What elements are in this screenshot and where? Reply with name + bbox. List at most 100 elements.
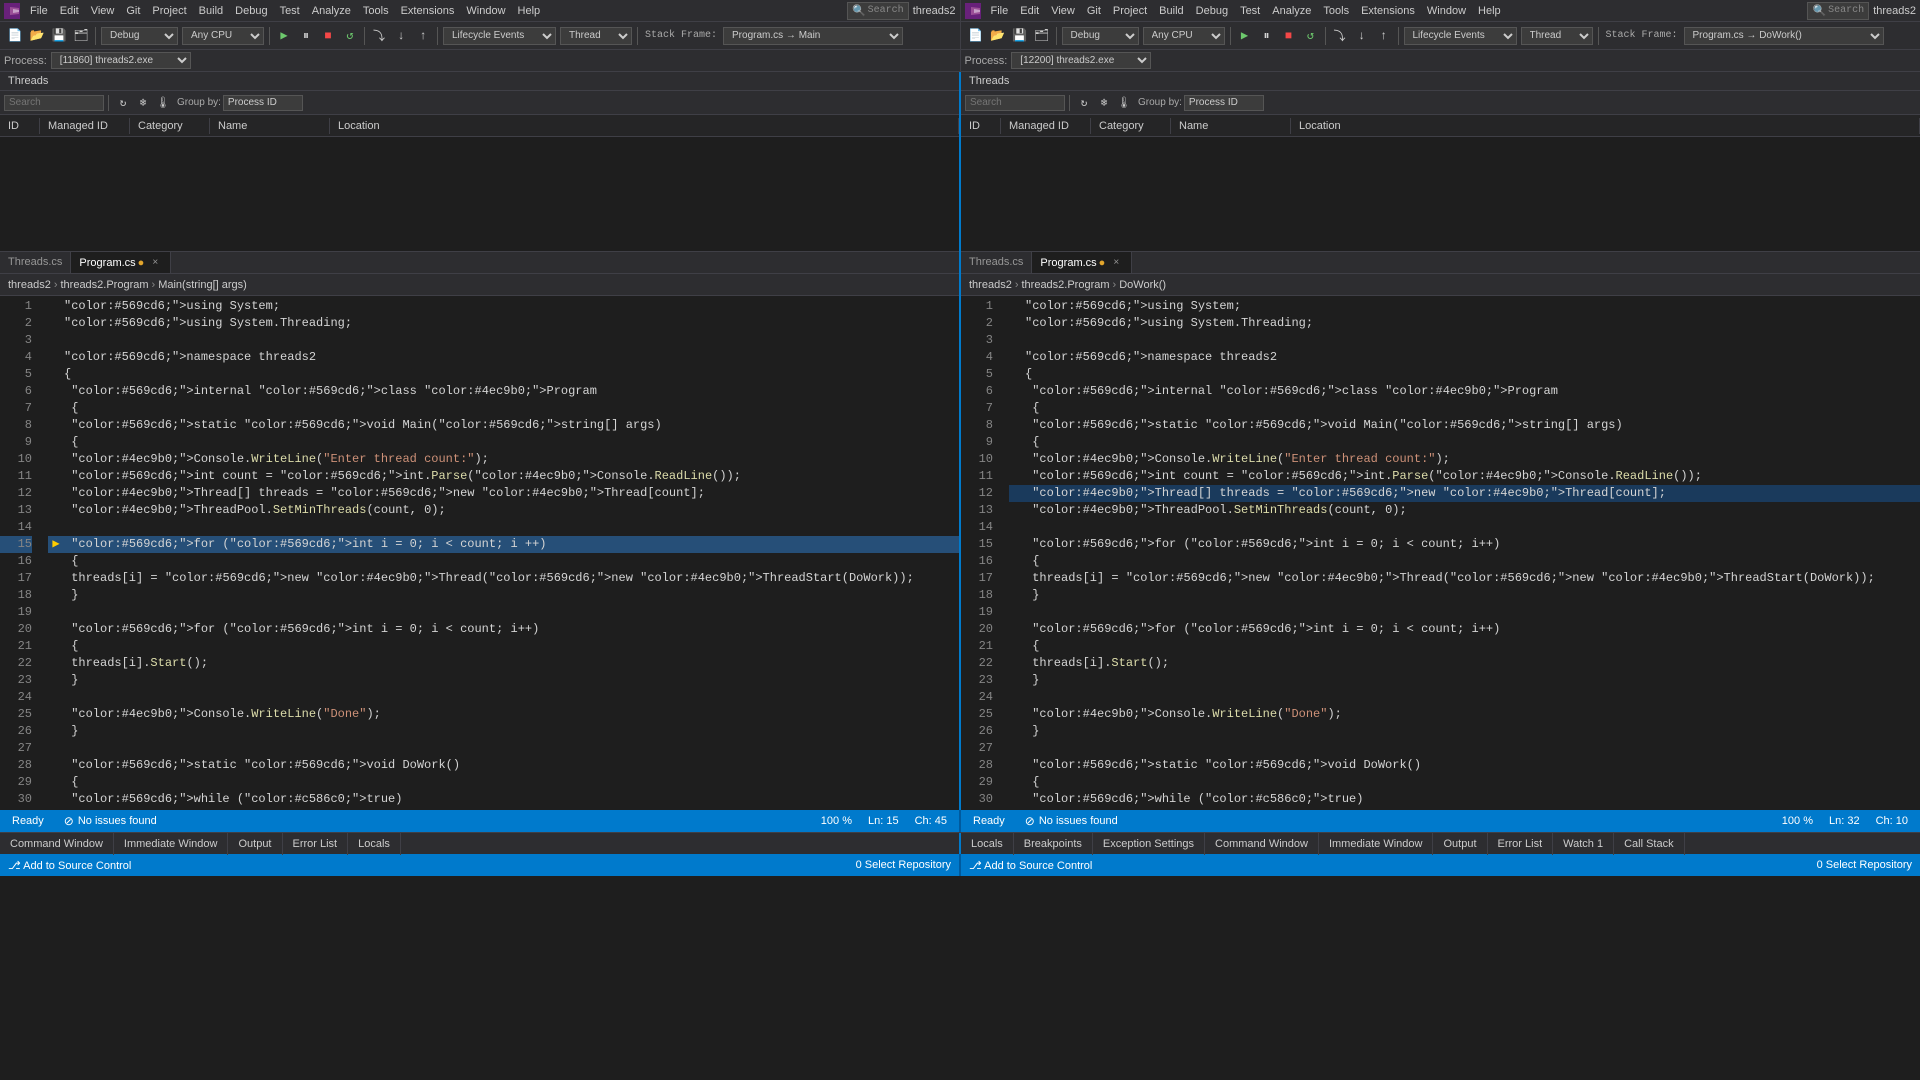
bottom-tab-watch1[interactable]: Watch 1 <box>1553 833 1614 855</box>
platform-dropdown-left[interactable]: Any CPU x64 <box>182 27 264 45</box>
bottom-tab-immediate-right[interactable]: Immediate Window <box>1319 833 1434 855</box>
select-repo-left[interactable]: 0 Select Repository <box>856 859 951 871</box>
threads-search-right[interactable] <box>965 95 1065 111</box>
add-source-right[interactable]: ⎇ Add to Source Control <box>969 859 1092 872</box>
line-right[interactable]: Ln: 32 <box>1825 810 1864 832</box>
restart-btn-right[interactable]: ↺ <box>1301 26 1321 46</box>
menu-test-left[interactable]: Test <box>274 3 306 19</box>
menu-analyze-right[interactable]: Analyze <box>1266 3 1317 19</box>
stack-frame-dropdown-left[interactable]: Program.cs → Main <box>723 27 903 45</box>
tab-close-left[interactable]: × <box>148 256 162 270</box>
select-repo-right[interactable]: 0 Select Repository <box>1817 859 1912 871</box>
bottom-tab-breakpoints[interactable]: Breakpoints <box>1014 833 1093 855</box>
menu-git-right[interactable]: Git <box>1081 3 1107 19</box>
tab-program-left[interactable]: Program.cs ● × <box>71 252 171 273</box>
platform-dropdown-right[interactable]: Any CPU x64 <box>1143 27 1225 45</box>
freeze-btn-left[interactable]: ❄ <box>134 94 152 112</box>
menu-build-left[interactable]: Build <box>193 3 229 19</box>
menu-search-right[interactable]: 🔍 Search <box>1807 2 1869 20</box>
tab-program-right[interactable]: Program.cs ● × <box>1032 252 1132 273</box>
step-over-btn-left[interactable]: ⤵ <box>369 26 389 46</box>
refresh-threads-btn-left[interactable]: ↻ <box>114 94 132 112</box>
config-dropdown-right[interactable]: Debug Release <box>1062 27 1139 45</box>
add-source-left[interactable]: ⎇ Add to Source Control <box>8 859 131 872</box>
save-btn-r[interactable]: 💾 <box>1010 26 1030 46</box>
pause-btn-right[interactable]: ⏸ <box>1257 26 1277 46</box>
menu-window-left[interactable]: Window <box>460 3 511 19</box>
freeze-btn-right[interactable]: ❄ <box>1095 94 1113 112</box>
step-into-btn-left[interactable]: ↓ <box>391 26 411 46</box>
menu-project-left[interactable]: Project <box>146 3 192 19</box>
bottom-tab-command-right[interactable]: Command Window <box>1205 833 1319 855</box>
save-all-btn[interactable]: 🗂 <box>71 26 91 46</box>
restart-btn-left[interactable]: ↺ <box>340 26 360 46</box>
zoom-right[interactable]: 100 % <box>1778 810 1817 832</box>
menu-edit-left[interactable]: Edit <box>54 3 85 19</box>
col-right[interactable]: Ch: 10 <box>1872 810 1912 832</box>
menu-tools-right[interactable]: Tools <box>1317 3 1355 19</box>
save-btn[interactable]: 💾 <box>49 26 69 46</box>
col-left[interactable]: Ch: 45 <box>911 810 951 832</box>
thaw-btn-left[interactable]: 🌡 <box>154 94 172 112</box>
menu-file-right[interactable]: File <box>985 3 1015 19</box>
bottom-tab-locals-right[interactable]: Locals <box>961 833 1014 855</box>
breadcrumb-method-left[interactable]: Main(string[] args) <box>158 279 247 291</box>
group-by-input-left[interactable] <box>223 95 303 111</box>
stack-frame-dropdown-right[interactable]: Program.cs → DoWork() <box>1684 27 1884 45</box>
menu-window-right[interactable]: Window <box>1421 3 1472 19</box>
tab-threads-right[interactable]: Threads.cs <box>961 252 1032 273</box>
pause-btn-left[interactable]: ⏸ <box>296 26 316 46</box>
menu-help-right[interactable]: Help <box>1472 3 1507 19</box>
threads-search-left[interactable] <box>4 95 104 111</box>
thread-dropdown-left[interactable]: Thread <box>560 27 632 45</box>
menu-debug-left[interactable]: Debug <box>229 3 273 19</box>
process-value-left[interactable]: [11860] threads2.exe <box>51 52 191 69</box>
bottom-tab-exception[interactable]: Exception Settings <box>1093 833 1205 855</box>
error-indicator-right[interactable]: ⊘ No issues found <box>1021 810 1122 832</box>
bottom-tab-output-left[interactable]: Output <box>228 833 282 855</box>
new-file-btn[interactable]: 📄 <box>5 26 25 46</box>
open-btn-r[interactable]: 📂 <box>988 26 1008 46</box>
menu-debug-right[interactable]: Debug <box>1190 3 1234 19</box>
menu-test-right[interactable]: Test <box>1234 3 1266 19</box>
menu-edit-right[interactable]: Edit <box>1014 3 1045 19</box>
menu-project-right[interactable]: Project <box>1107 3 1153 19</box>
menu-view-right[interactable]: View <box>1045 3 1081 19</box>
save-all-btn-r[interactable]: 🗂 <box>1032 26 1052 46</box>
zoom-left[interactable]: 100 % <box>817 810 856 832</box>
bottom-tab-command-left[interactable]: Command Window <box>0 833 114 855</box>
step-into-btn-right[interactable]: ↓ <box>1352 26 1372 46</box>
bottom-tab-locals-left[interactable]: Locals <box>348 833 401 855</box>
bottom-tab-error-right[interactable]: Error List <box>1488 833 1554 855</box>
lifecycle-dropdown-left[interactable]: Lifecycle Events <box>443 27 556 45</box>
continue-btn-left[interactable]: ▶ <box>274 26 294 46</box>
new-file-btn-r[interactable]: 📄 <box>966 26 986 46</box>
menu-extensions-right[interactable]: Extensions <box>1355 3 1421 19</box>
error-indicator-left[interactable]: ⊘ No issues found <box>60 810 161 832</box>
config-dropdown-left[interactable]: Debug Release <box>101 27 178 45</box>
menu-help-left[interactable]: Help <box>512 3 547 19</box>
continue-btn-right[interactable]: ▶ <box>1235 26 1255 46</box>
menu-extensions-left[interactable]: Extensions <box>395 3 461 19</box>
code-lines-left[interactable]: "color:#569cd6;">using System; "color:#5… <box>40 296 959 810</box>
bottom-tab-output-right[interactable]: Output <box>1433 833 1487 855</box>
code-lines-right[interactable]: "color:#569cd6;">using System; "color:#5… <box>1001 296 1920 810</box>
menu-file-left[interactable]: File <box>24 3 54 19</box>
thaw-btn-right[interactable]: 🌡 <box>1115 94 1133 112</box>
refresh-threads-btn-right[interactable]: ↻ <box>1075 94 1093 112</box>
open-btn[interactable]: 📂 <box>27 26 47 46</box>
group-by-input-right[interactable] <box>1184 95 1264 111</box>
menu-search-left[interactable]: 🔍 Search <box>847 2 909 20</box>
bottom-tab-immediate-left[interactable]: Immediate Window <box>114 833 229 855</box>
tab-close-right[interactable]: × <box>1109 256 1123 270</box>
step-out-btn-right[interactable]: ↑ <box>1374 26 1394 46</box>
step-out-btn-left[interactable]: ↑ <box>413 26 433 46</box>
stop-btn-right[interactable]: ■ <box>1279 26 1299 46</box>
stop-btn-left[interactable]: ■ <box>318 26 338 46</box>
menu-view-left[interactable]: View <box>85 3 121 19</box>
bottom-tab-error-left[interactable]: Error List <box>283 833 349 855</box>
menu-build-right[interactable]: Build <box>1153 3 1189 19</box>
breadcrumb-method-right[interactable]: DoWork() <box>1119 279 1166 291</box>
tab-threads-left[interactable]: Threads.cs <box>0 252 71 273</box>
thread-dropdown-right[interactable]: Thread <box>1521 27 1593 45</box>
